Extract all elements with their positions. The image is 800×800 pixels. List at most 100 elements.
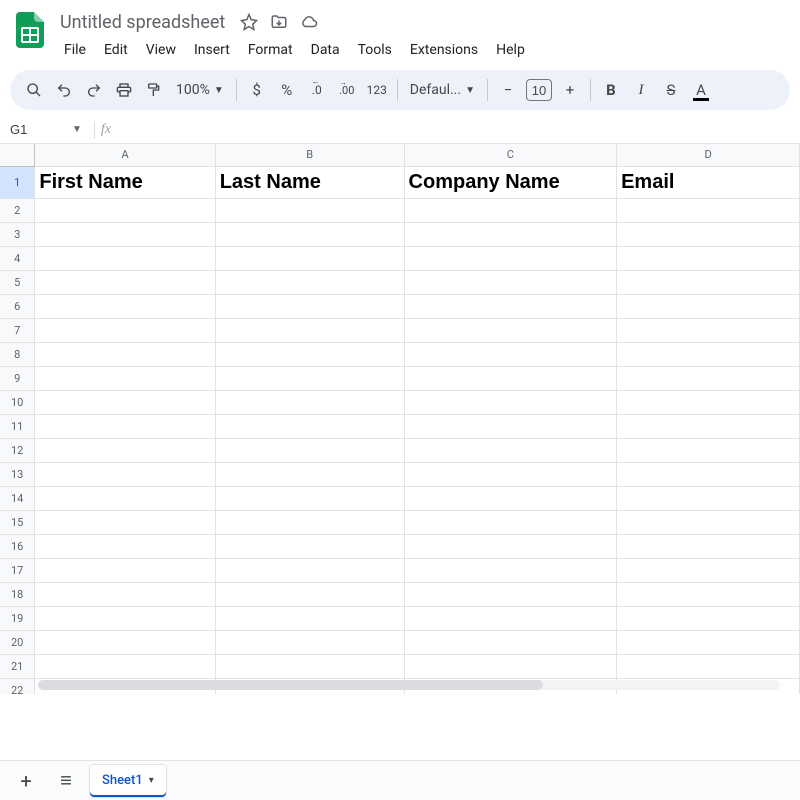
document-title[interactable]: Untitled spreadsheet — [56, 10, 229, 35]
cell-B17[interactable] — [215, 558, 404, 582]
redo-icon[interactable] — [80, 76, 108, 104]
cell-C4[interactable] — [404, 246, 617, 270]
cell-B8[interactable] — [215, 342, 404, 366]
menu-extensions[interactable]: Extensions — [402, 38, 486, 62]
format-currency-button[interactable]: $ — [243, 76, 271, 104]
cell-B5[interactable] — [215, 270, 404, 294]
column-header-A[interactable]: A — [35, 144, 215, 166]
cell-B12[interactable] — [215, 438, 404, 462]
cell-D12[interactable] — [617, 438, 800, 462]
menu-format[interactable]: Format — [240, 38, 301, 62]
row-header-17[interactable]: 17 — [0, 558, 35, 582]
row-header-20[interactable]: 20 — [0, 630, 35, 654]
cell-C7[interactable] — [404, 318, 617, 342]
cell-D18[interactable] — [617, 582, 800, 606]
cell-C13[interactable] — [404, 462, 617, 486]
cell-C1[interactable]: Company Name — [404, 166, 617, 198]
cell-C12[interactable] — [404, 438, 617, 462]
cell-A19[interactable] — [35, 606, 215, 630]
row-header-13[interactable]: 13 — [0, 462, 35, 486]
row-header-19[interactable]: 19 — [0, 606, 35, 630]
cell-B6[interactable] — [215, 294, 404, 318]
column-header-D[interactable]: D — [617, 144, 800, 166]
cell-D21[interactable] — [617, 654, 800, 678]
text-color-button[interactable]: A — [687, 76, 715, 104]
cell-A14[interactable] — [35, 486, 215, 510]
menu-tools[interactable]: Tools — [350, 38, 400, 62]
cell-B2[interactable] — [215, 198, 404, 222]
scrollbar-thumb[interactable] — [38, 680, 543, 690]
italic-button[interactable]: I — [627, 76, 655, 104]
cell-D10[interactable] — [617, 390, 800, 414]
cell-C17[interactable] — [404, 558, 617, 582]
cell-A8[interactable] — [35, 342, 215, 366]
cell-C5[interactable] — [404, 270, 617, 294]
cell-D14[interactable] — [617, 486, 800, 510]
cell-D9[interactable] — [617, 366, 800, 390]
cell-C11[interactable] — [404, 414, 617, 438]
cell-D19[interactable] — [617, 606, 800, 630]
cell-B11[interactable] — [215, 414, 404, 438]
row-header-5[interactable]: 5 — [0, 270, 35, 294]
column-header-C[interactable]: C — [404, 144, 617, 166]
menu-data[interactable]: Data — [303, 38, 348, 62]
cell-A4[interactable] — [35, 246, 215, 270]
decrease-font-size-button[interactable]: − — [494, 76, 522, 104]
font-family-select[interactable]: Defaul...▼ — [404, 82, 481, 98]
column-header-B[interactable]: B — [215, 144, 404, 166]
cell-D3[interactable] — [617, 222, 800, 246]
cell-A9[interactable] — [35, 366, 215, 390]
cell-D1[interactable]: Email — [617, 166, 800, 198]
cell-C21[interactable] — [404, 654, 617, 678]
cell-D6[interactable] — [617, 294, 800, 318]
cell-C2[interactable] — [404, 198, 617, 222]
sheets-logo-icon[interactable] — [12, 12, 48, 48]
cell-D5[interactable] — [617, 270, 800, 294]
cell-C8[interactable] — [404, 342, 617, 366]
cell-C15[interactable] — [404, 510, 617, 534]
cell-B20[interactable] — [215, 630, 404, 654]
number-format-button[interactable]: 123 — [363, 76, 391, 104]
search-icon[interactable] — [20, 76, 48, 104]
row-header-8[interactable]: 8 — [0, 342, 35, 366]
cell-D11[interactable] — [617, 414, 800, 438]
format-percent-button[interactable]: % — [273, 76, 301, 104]
cell-B1[interactable]: Last Name — [215, 166, 404, 198]
name-box[interactable] — [6, 122, 66, 137]
cell-D2[interactable] — [617, 198, 800, 222]
cell-A3[interactable] — [35, 222, 215, 246]
bold-button[interactable]: B — [597, 76, 625, 104]
row-header-10[interactable]: 10 — [0, 390, 35, 414]
all-sheets-button[interactable]: ≡ — [50, 765, 82, 797]
cell-B21[interactable] — [215, 654, 404, 678]
cell-D13[interactable] — [617, 462, 800, 486]
cell-D15[interactable] — [617, 510, 800, 534]
menu-insert[interactable]: Insert — [186, 38, 238, 62]
zoom-select[interactable]: 100%▼ — [170, 82, 230, 98]
undo-icon[interactable] — [50, 76, 78, 104]
cell-A12[interactable] — [35, 438, 215, 462]
row-header-21[interactable]: 21 — [0, 654, 35, 678]
print-icon[interactable] — [110, 76, 138, 104]
cell-B3[interactable] — [215, 222, 404, 246]
cell-B10[interactable] — [215, 390, 404, 414]
name-box-dropdown[interactable]: ▼ — [66, 124, 88, 135]
font-size-input[interactable] — [526, 79, 552, 101]
cell-B4[interactable] — [215, 246, 404, 270]
select-all-corner[interactable] — [0, 144, 35, 166]
cell-A21[interactable] — [35, 654, 215, 678]
cell-D20[interactable] — [617, 630, 800, 654]
cell-C6[interactable] — [404, 294, 617, 318]
cell-B14[interactable] — [215, 486, 404, 510]
cell-C18[interactable] — [404, 582, 617, 606]
row-header-1[interactable]: 1 — [0, 166, 35, 198]
paint-format-icon[interactable] — [140, 76, 168, 104]
cell-B15[interactable] — [215, 510, 404, 534]
formula-bar[interactable] — [117, 122, 800, 137]
cell-C3[interactable] — [404, 222, 617, 246]
row-header-14[interactable]: 14 — [0, 486, 35, 510]
cell-A10[interactable] — [35, 390, 215, 414]
increase-decimal-button[interactable]: .00→ — [333, 76, 361, 104]
row-header-12[interactable]: 12 — [0, 438, 35, 462]
cell-C9[interactable] — [404, 366, 617, 390]
